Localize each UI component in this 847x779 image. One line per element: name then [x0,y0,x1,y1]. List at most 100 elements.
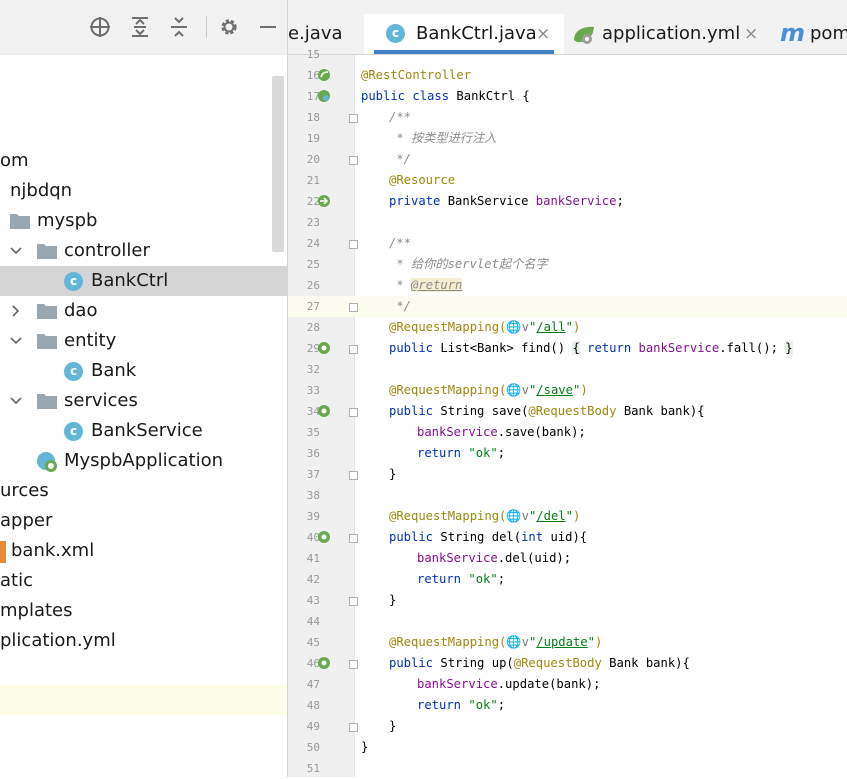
tab-bankctrl-java[interactable]: c BankCtrl.java × [386,14,558,54]
expand-all-icon[interactable] [126,13,154,41]
line-number: 34 [306,405,320,418]
code-line: */ [389,299,412,313]
class-icon: c [64,362,83,381]
line-number: 32 [306,363,320,376]
line-number: 43 [306,594,320,607]
code-line: * 按类型进行注入 [389,131,497,145]
xml-file-icon [0,541,6,563]
line-number: 42 [306,573,320,586]
fold-marker[interactable] [349,345,358,354]
line-number: 45 [306,636,320,649]
tree-item-resources[interactable]: urces [0,476,287,506]
tree-item-bankservice[interactable]: c BankService [0,416,287,446]
line-number: 26 [306,279,320,292]
class-icon: c [386,24,405,43]
fold-marker[interactable] [349,303,358,312]
tree-item-mapper[interactable]: apper [0,506,287,536]
locate-icon[interactable] [86,13,114,41]
tree-item-label: entity [64,330,117,351]
line-number: 49 [306,720,320,733]
code-line: } [389,719,397,733]
minimize-icon[interactable] [254,13,282,41]
tree-item-dao[interactable]: dao [0,296,287,326]
fold-marker[interactable] [349,660,358,669]
chevron-down-icon[interactable] [8,333,24,349]
request-mapping-icon[interactable] [317,404,331,418]
fold-marker[interactable] [349,114,358,123]
code-line: public String save(@RequestBody Bank ban… [389,404,705,418]
line-number: 48 [306,699,320,712]
gear-icon[interactable] [215,13,243,41]
tree-item-myspb[interactable]: myspb [0,206,287,236]
code-line: @RestController [361,68,472,82]
fold-marker[interactable] [349,597,358,606]
close-icon[interactable]: × [536,24,550,44]
chevron-right-icon[interactable] [8,303,24,319]
tree-item-static[interactable]: atic [0,566,287,596]
globe-icon: 🌐 [506,509,522,523]
autowired-icon[interactable] [317,194,331,208]
tab-pom[interactable]: m pom [780,14,847,54]
chevron-down-icon: v [521,509,529,523]
project-toolbar [0,0,287,55]
line-number: 38 [306,489,320,502]
fold-marker[interactable] [349,471,358,480]
tree-item-controller[interactable]: controller [0,236,287,266]
tree-item-label: BankCtrl [91,270,169,291]
request-mapping-icon[interactable] [317,656,331,670]
tree-item-label: apper [0,510,53,531]
fold-marker[interactable] [349,534,358,543]
tree-item-om[interactable]: om [0,146,287,176]
code-line: } [389,593,397,607]
tree-item-bankctrl[interactable]: c BankCtrl [0,266,287,296]
code-line: /** [389,236,412,250]
code-line: /** [389,110,412,124]
request-mapping-icon[interactable] [317,341,331,355]
line-number: 50 [306,741,320,754]
code-line: bankService.save(bank); [417,425,586,439]
code-line: public String del(int uid){ [389,530,588,544]
line-number: 21 [306,174,320,187]
project-scrollbar[interactable] [272,76,284,252]
tab-label: pom [810,23,847,44]
tree-item-entity[interactable]: entity [0,326,287,356]
globe-icon: 🌐 [506,635,522,649]
code-line: */ [389,152,412,166]
code-line: @RequestMapping(🌐v"/save") [389,383,588,397]
tree-item-label: services [64,390,138,411]
request-mapping-icon[interactable] [317,530,331,544]
chevron-down-icon[interactable] [8,243,24,259]
code-line: public String up(@RequestBody Bank bank)… [389,656,690,670]
chevron-down-icon[interactable] [8,393,24,409]
tree-item-application-yml[interactable]: plication.yml [0,626,287,656]
tab-label: application.yml [602,23,741,44]
line-number: 29 [306,342,320,355]
fold-marker[interactable] [349,156,358,165]
line-number: 36 [306,447,320,460]
tab-application-yml[interactable]: application.yml × [572,14,762,54]
line-number: 19 [306,132,320,145]
fold-marker[interactable] [349,723,358,732]
collapse-all-icon[interactable] [165,13,193,41]
folder-icon [10,214,30,229]
tree-item-services[interactable]: services [0,386,287,416]
line-number: 33 [306,384,320,397]
line-number: 41 [306,552,320,565]
tree-item-bank[interactable]: c Bank [0,356,287,386]
tree-item-templates[interactable]: mplates [0,596,287,626]
tree-item-label: mplates [0,600,73,621]
code-line: bankService.update(bank); [417,677,601,691]
close-icon[interactable]: × [744,24,758,44]
fold-marker[interactable] [349,240,358,249]
spring-bean-icon[interactable] [317,68,331,82]
project-panel: om njbdqn myspb controller c BankCtrl da… [0,0,287,777]
line-number: 17 [306,90,320,103]
globe-icon: 🌐 [506,383,522,397]
active-tab-indicator [374,50,554,54]
fold-marker[interactable] [349,408,358,417]
tree-item-njbdqn[interactable]: njbdqn [0,176,287,206]
spring-bean-icon[interactable] [317,89,331,103]
code-line: @Resource [389,173,456,187]
tree-item-myspbapplication[interactable]: MyspbApplication [0,446,287,476]
tree-item-bank-xml[interactable]: bank.xml [0,536,287,566]
